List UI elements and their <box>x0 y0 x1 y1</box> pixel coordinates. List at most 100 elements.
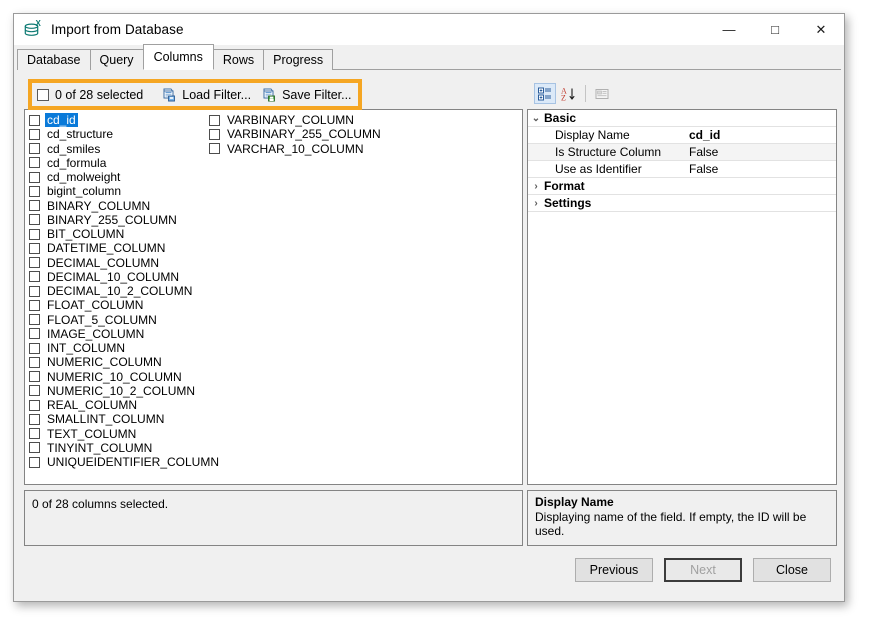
column-list-item[interactable]: cd_id <box>29 113 209 127</box>
column-list-item[interactable]: DECIMAL_10_2_COLUMN <box>29 284 209 298</box>
column-list-item[interactable]: NUMERIC_COLUMN <box>29 355 209 369</box>
column-label: NUMERIC_COLUMN <box>45 355 164 369</box>
column-checkbox[interactable] <box>29 186 40 197</box>
column-checkbox[interactable] <box>29 400 40 411</box>
column-list-item[interactable]: cd_structure <box>29 127 209 141</box>
column-checkbox[interactable] <box>29 457 40 468</box>
column-list-item[interactable]: UNIQUEIDENTIFIER_COLUMN <box>29 455 209 469</box>
column-checkbox[interactable] <box>209 143 220 154</box>
save-filter-button[interactable]: Save Filter... <box>257 84 357 106</box>
column-checkbox[interactable] <box>29 115 40 126</box>
categorized-view-button[interactable] <box>534 83 556 104</box>
column-checkbox[interactable] <box>209 115 220 126</box>
column-label: bigint_column <box>45 184 123 198</box>
column-checkbox[interactable] <box>29 243 40 254</box>
column-list-item[interactable]: BINARY_255_COLUMN <box>29 213 209 227</box>
column-checkbox[interactable] <box>29 300 40 311</box>
property-value[interactable]: False <box>689 162 836 176</box>
close-window-button[interactable]: ✕ <box>798 14 844 45</box>
column-list-item[interactable]: VARBINARY_255_COLUMN <box>209 127 389 141</box>
column-checkbox[interactable] <box>29 357 40 368</box>
property-category-row[interactable]: ›Settings <box>528 195 836 212</box>
maximize-button[interactable]: □ <box>752 14 798 45</box>
column-checkbox[interactable] <box>29 442 40 453</box>
column-list-item[interactable]: REAL_COLUMN <box>29 398 209 412</box>
tab-columns[interactable]: Columns <box>143 44 214 70</box>
column-label: DECIMAL_10_COLUMN <box>45 270 181 284</box>
property-row[interactable]: Display Namecd_id <box>528 127 836 144</box>
column-checkbox[interactable] <box>29 229 40 240</box>
sort-alphabetical-button[interactable]: A Z <box>557 83 579 104</box>
property-category-row[interactable]: ›Format <box>528 178 836 195</box>
property-row[interactable]: Use as IdentifierFalse <box>528 161 836 178</box>
column-label: TINYINT_COLUMN <box>45 441 154 455</box>
column-list-item[interactable]: VARBINARY_COLUMN <box>209 113 389 127</box>
column-list-item[interactable]: cd_molweight <box>29 170 209 184</box>
column-checkbox[interactable] <box>29 328 40 339</box>
column-list-item[interactable]: DECIMAL_COLUMN <box>29 256 209 270</box>
property-pages-button[interactable] <box>591 83 613 104</box>
tab-query[interactable]: Query <box>90 49 144 70</box>
column-list-item[interactable]: DATETIME_COLUMN <box>29 241 209 255</box>
column-checkbox[interactable] <box>29 214 40 225</box>
column-list-item[interactable]: VARCHAR_10_COLUMN <box>209 142 389 156</box>
column-checkbox[interactable] <box>29 385 40 396</box>
column-list-item[interactable]: FLOAT_5_COLUMN <box>29 313 209 327</box>
column-list-item[interactable]: NUMERIC_10_2_COLUMN <box>29 384 209 398</box>
property-grid[interactable]: ⌄BasicDisplay Namecd_idIs Structure Colu… <box>527 109 837 485</box>
column-list-item[interactable]: TEXT_COLUMN <box>29 427 209 441</box>
chevron-down-icon[interactable]: ⌄ <box>528 113 544 124</box>
column-list-item[interactable]: DECIMAL_10_COLUMN <box>29 270 209 284</box>
column-checkbox[interactable] <box>29 371 40 382</box>
chevron-right-icon[interactable]: › <box>528 181 544 192</box>
property-pages-icon <box>594 86 610 102</box>
previous-button[interactable]: Previous <box>575 558 653 582</box>
load-filter-button[interactable]: Load Filter... <box>157 84 257 106</box>
property-value[interactable]: False <box>689 145 836 159</box>
column-list-item[interactable]: TINYINT_COLUMN <box>29 441 209 455</box>
column-list-item[interactable]: FLOAT_COLUMN <box>29 298 209 312</box>
column-list-item[interactable]: IMAGE_COLUMN <box>29 327 209 341</box>
select-all-columns-toggle[interactable]: 0 of 28 selected <box>32 84 149 106</box>
column-checkbox[interactable] <box>29 271 40 282</box>
tab-database[interactable]: Database <box>17 49 91 70</box>
tab-rows[interactable]: Rows <box>213 49 264 70</box>
tab-progress[interactable]: Progress <box>263 49 333 70</box>
property-row[interactable]: Is Structure ColumnFalse <box>528 144 836 161</box>
column-checkbox[interactable] <box>29 343 40 354</box>
close-button[interactable]: Close <box>753 558 831 582</box>
column-checkbox[interactable] <box>29 257 40 268</box>
column-checkbox[interactable] <box>29 200 40 211</box>
columns-status-panel: 0 of 28 columns selected. <box>24 490 523 546</box>
select-all-checkbox[interactable] <box>37 89 49 101</box>
column-checkbox[interactable] <box>29 129 40 140</box>
column-label: VARBINARY_255_COLUMN <box>225 127 383 141</box>
column-list-item[interactable]: NUMERIC_10_COLUMN <box>29 370 209 384</box>
column-checkbox[interactable] <box>29 428 40 439</box>
property-category-row[interactable]: ⌄Basic <box>528 110 836 127</box>
column-list-item[interactable]: BINARY_COLUMN <box>29 199 209 213</box>
column-list-item[interactable]: BIT_COLUMN <box>29 227 209 241</box>
minimize-button[interactable]: — <box>706 14 752 45</box>
column-checkbox[interactable] <box>29 172 40 183</box>
column-checkbox[interactable] <box>29 286 40 297</box>
column-list-item[interactable]: bigint_column <box>29 184 209 198</box>
column-list-item[interactable]: SMALLINT_COLUMN <box>29 412 209 426</box>
column-label: cd_formula <box>45 156 108 170</box>
property-value[interactable]: cd_id <box>689 128 836 142</box>
column-checkbox[interactable] <box>29 314 40 325</box>
column-list-item[interactable]: cd_smiles <box>29 142 209 156</box>
columns-list-column-2: VARBINARY_COLUMNVARBINARY_255_COLUMNVARC… <box>209 113 389 156</box>
save-filter-icon <box>262 87 278 103</box>
columns-list[interactable]: cd_idcd_structurecd_smilescd_formulacd_m… <box>24 109 523 485</box>
dialog-button-row: PreviousNextClose <box>17 558 841 582</box>
chevron-right-icon[interactable]: › <box>528 198 544 209</box>
column-label: INT_COLUMN <box>45 341 127 355</box>
column-list-item[interactable]: INT_COLUMN <box>29 341 209 355</box>
column-checkbox[interactable] <box>29 157 40 168</box>
column-checkbox[interactable] <box>29 143 40 154</box>
column-list-item[interactable]: cd_formula <box>29 156 209 170</box>
column-checkbox[interactable] <box>209 129 220 140</box>
column-label: BINARY_255_COLUMN <box>45 213 179 227</box>
column-checkbox[interactable] <box>29 414 40 425</box>
